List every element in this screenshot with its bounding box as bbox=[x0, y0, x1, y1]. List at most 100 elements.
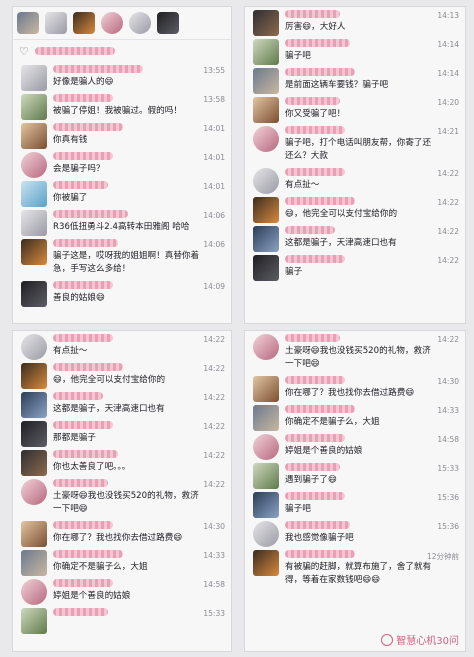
comment-time: 15:33 bbox=[437, 464, 459, 473]
comment-item[interactable]: 你确定不是骗子么，大姐 14:33 bbox=[13, 547, 231, 576]
comment-item[interactable]: 有点扯～ 14:22 bbox=[13, 331, 231, 360]
comment-item[interactable]: 被骗了停姐！我被骗过。假的吗！ 13:58 bbox=[13, 91, 231, 120]
avatar[interactable] bbox=[157, 12, 179, 34]
comment-item[interactable]: 那都是骗子 14:22 bbox=[13, 418, 231, 447]
avatar[interactable] bbox=[101, 12, 123, 34]
likes-row: ♡ bbox=[13, 40, 231, 62]
avatar[interactable] bbox=[21, 181, 47, 207]
liked-avatars-row bbox=[13, 7, 231, 40]
avatar[interactable] bbox=[253, 376, 279, 402]
comment-item[interactable]: 好像是骗人的😄 13:55 bbox=[13, 62, 231, 91]
avatar[interactable] bbox=[253, 126, 279, 152]
avatar[interactable] bbox=[21, 152, 47, 178]
comment-item[interactable]: 骗子吧，打个电话叫朋友帮，你寄了还还么？大款 14:21 bbox=[245, 123, 465, 165]
comment-item[interactable]: 骗子吧 14:14 bbox=[245, 36, 465, 65]
avatar[interactable] bbox=[253, 68, 279, 94]
comment-time: 14:22 bbox=[203, 451, 225, 460]
comment-item[interactable]: 是前面这辆车要钱？骗子吧 14:14 bbox=[245, 65, 465, 94]
avatar[interactable] bbox=[21, 334, 47, 360]
comment-item[interactable]: 骗子吧 15:36 bbox=[245, 489, 465, 518]
avatar[interactable] bbox=[73, 12, 95, 34]
avatar[interactable] bbox=[253, 334, 279, 360]
avatar[interactable] bbox=[253, 168, 279, 194]
blurred-name bbox=[285, 68, 355, 76]
avatar[interactable] bbox=[21, 421, 47, 447]
avatar[interactable] bbox=[253, 463, 279, 489]
comment-item[interactable]: 有被骗的赶脚，就算布施了，舍了就有得，等着在家数钱吧😄😄 12分钟前 bbox=[245, 547, 465, 589]
comment-text: 骗子吧 bbox=[285, 504, 311, 514]
comment-item[interactable]: 骗子这是，哎呀我的姐姐啊！真替你着急，手写这么多给！ 14:06 bbox=[13, 236, 231, 278]
comment-item[interactable]: 有点扯～ 14:22 bbox=[245, 165, 465, 194]
comment-item[interactable]: 土豪呀😄我也没钱买520的礼物，救济一下吧😄 14:22 bbox=[13, 476, 231, 518]
avatar[interactable] bbox=[21, 479, 47, 505]
avatar[interactable] bbox=[21, 239, 47, 265]
avatar[interactable] bbox=[21, 450, 47, 476]
comment-item[interactable]: 😄，他完全可以支付宝给你的 14:22 bbox=[245, 194, 465, 223]
blurred-name bbox=[285, 168, 345, 176]
avatar[interactable] bbox=[21, 210, 47, 236]
comment-text bbox=[53, 619, 201, 632]
avatar[interactable] bbox=[253, 197, 279, 223]
comment-item[interactable]: 会是骗子吗？ 14:01 bbox=[13, 149, 231, 178]
comment-item[interactable]: 这都是骗子，天津高速口也有 14:22 bbox=[13, 389, 231, 418]
comment-item[interactable]: 😄，他完全可以支付宝给你的 14:22 bbox=[13, 360, 231, 389]
comment-time: 14:14 bbox=[437, 40, 459, 49]
comment-item[interactable]: 15:33 bbox=[13, 605, 231, 634]
watermark-text: 智慧心机30问 bbox=[396, 636, 459, 647]
avatar[interactable] bbox=[21, 94, 47, 120]
comment-item[interactable]: 你在哪了？我也找你去借过路费😄 14:30 bbox=[245, 373, 465, 402]
avatar[interactable] bbox=[21, 521, 47, 547]
comment-time: 14:22 bbox=[437, 227, 459, 236]
comment-item[interactable]: 这都是骗子，天津高速口也有 14:22 bbox=[245, 223, 465, 252]
comment-item[interactable]: 婷姐是个善良的姑娘 14:58 bbox=[245, 431, 465, 460]
blurred-name bbox=[53, 123, 123, 131]
comment-item[interactable]: 你在哪了？我也找你去借过路费😄 14:30 bbox=[13, 518, 231, 547]
moments-panel-1: ♡ 好像是骗人的😄 13:55 被骗了停姐！我被骗过。假的吗！ 13:58 你真… bbox=[12, 6, 232, 324]
blurred-name bbox=[53, 94, 113, 102]
avatar[interactable] bbox=[21, 608, 47, 634]
comment-item[interactable]: R36低扭勇斗2.4高转本田雅阁 哈哈 14:06 bbox=[13, 207, 231, 236]
comment-text: 有被骗的赶脚，就算布施了，舍了就有得，等着在家数钱吧😄😄 bbox=[285, 562, 432, 585]
avatar[interactable] bbox=[129, 12, 151, 34]
avatar[interactable] bbox=[21, 363, 47, 389]
avatar[interactable] bbox=[21, 392, 47, 418]
avatar[interactable] bbox=[45, 12, 67, 34]
comment-text: 骗子吧，打个电话叫朋友帮，你寄了还还么？大款 bbox=[285, 138, 432, 161]
avatar[interactable] bbox=[253, 405, 279, 431]
comment-time: 12分钟前 bbox=[426, 552, 459, 561]
avatar[interactable] bbox=[17, 12, 39, 34]
avatar[interactable] bbox=[21, 281, 47, 307]
comment-time: 14:30 bbox=[437, 377, 459, 386]
comment-text: 你被骗了 bbox=[53, 193, 88, 203]
comment-item[interactable]: 遇到骗子了😄 15:33 bbox=[245, 460, 465, 489]
avatar[interactable] bbox=[21, 550, 47, 576]
comment-item[interactable]: 我也感觉像骗子吧 15:36 bbox=[245, 518, 465, 547]
comment-item[interactable]: 你也太善良了吧。。。 14:22 bbox=[13, 447, 231, 476]
comment-item[interactable]: 你又受骗了吧！ 14:20 bbox=[245, 94, 465, 123]
comment-item[interactable]: 婷姐是个善良的姑娘 14:58 bbox=[13, 576, 231, 605]
comment-text: 这都是骗子，天津高速口也有 bbox=[53, 404, 165, 414]
comment-item[interactable]: 你确定不是骗子么，大姐 14:33 bbox=[245, 402, 465, 431]
comment-item[interactable]: 厉害😄，大好人 14:13 bbox=[245, 7, 465, 36]
comment-item[interactable]: 你真有钱 14:01 bbox=[13, 120, 231, 149]
avatar[interactable] bbox=[21, 65, 47, 91]
blurred-name bbox=[53, 281, 113, 289]
avatar[interactable] bbox=[253, 492, 279, 518]
avatar[interactable] bbox=[253, 521, 279, 547]
comment-item[interactable]: 骗子 14:22 bbox=[245, 252, 465, 281]
avatar[interactable] bbox=[253, 10, 279, 36]
blurred-name bbox=[285, 434, 345, 442]
avatar[interactable] bbox=[253, 226, 279, 252]
avatar[interactable] bbox=[253, 434, 279, 460]
comment-text: 婷姐是个善良的姑娘 bbox=[285, 446, 363, 456]
avatar[interactable] bbox=[253, 550, 279, 576]
comment-item[interactable]: 你被骗了 14:01 bbox=[13, 178, 231, 207]
comment-time: 14:13 bbox=[437, 11, 459, 20]
avatar[interactable] bbox=[253, 97, 279, 123]
comment-item[interactable]: 善良的姑娘😄 14:09 bbox=[13, 278, 231, 307]
avatar[interactable] bbox=[21, 123, 47, 149]
comment-item[interactable]: 土豪呀😄我也没钱买520的礼物，救济一下吧😄 14:22 bbox=[245, 331, 465, 373]
avatar[interactable] bbox=[21, 579, 47, 605]
avatar[interactable] bbox=[253, 255, 279, 281]
avatar[interactable] bbox=[253, 39, 279, 65]
